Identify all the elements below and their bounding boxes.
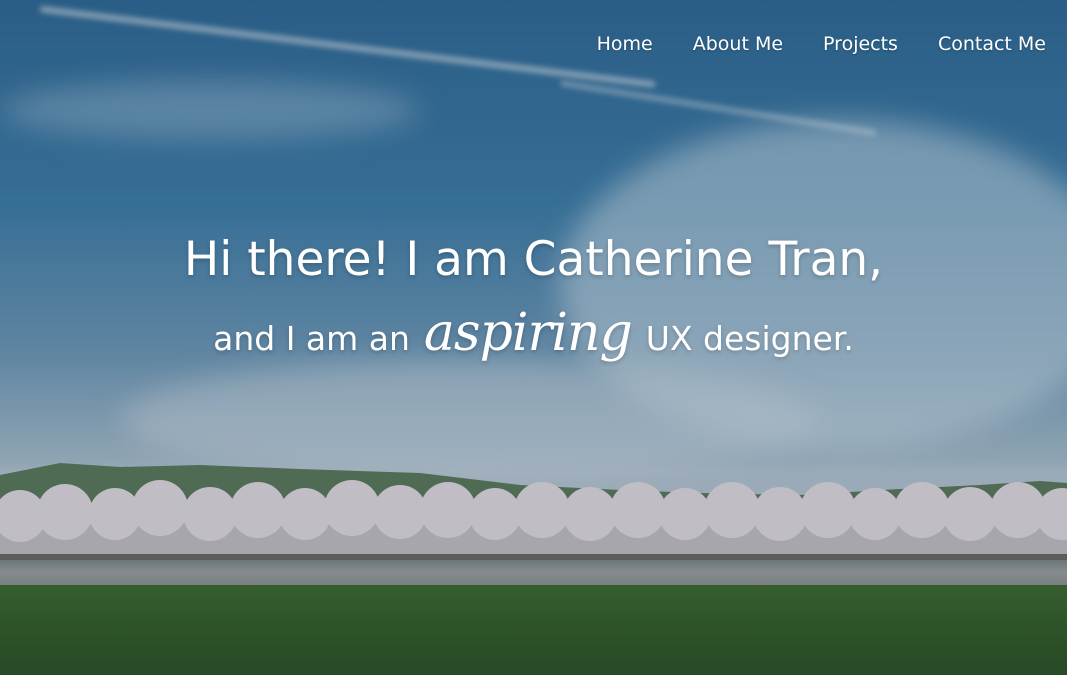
nav-contact-me-link[interactable]: Contact Me [938,33,1046,55]
hero-subtitle-script-word: aspiring [423,303,633,363]
hero-subtitle-after: UX designer. [645,319,854,358]
hero-title: Hi there! I am Catherine Tran, [183,232,884,287]
nav-projects-link[interactable]: Projects [823,33,898,55]
hero-section: Home About Me Projects Contact Me Hi the… [0,0,1067,675]
nav-home-link[interactable]: Home [597,33,653,55]
hero-headline: Hi there! I am Catherine Tran, and I am … [0,228,1067,364]
hero-subtitle: and I am an aspiring UX designer. [0,307,1067,364]
nav-about-me-link[interactable]: About Me [693,33,783,55]
main-nav: Home About Me Projects Contact Me [597,33,1046,55]
hero-subtitle-before: and I am an [213,319,410,358]
